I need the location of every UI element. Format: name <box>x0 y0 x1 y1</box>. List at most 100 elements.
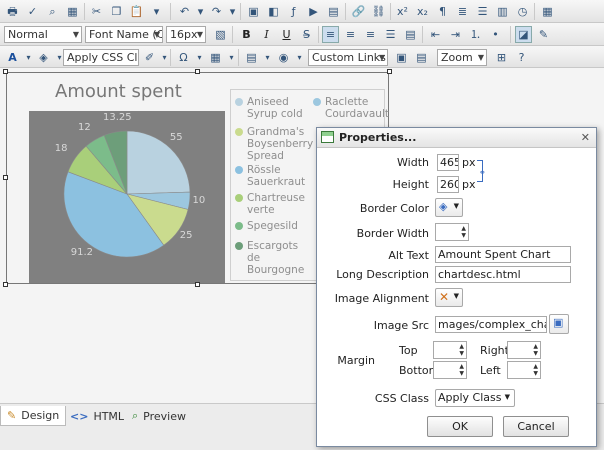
width-input[interactable]: 465 <box>437 154 459 171</box>
paste-icon[interactable]: 📋 <box>128 3 145 20</box>
insert-table-icon[interactable]: ▦ <box>207 49 224 66</box>
bullet-list-icon[interactable]: • <box>487 26 504 43</box>
indent-icon[interactable]: ⇥ <box>447 26 464 43</box>
paragraph-style-dropdown[interactable]: Normal ▼ <box>4 26 82 43</box>
superscript-icon[interactable]: x² <box>394 3 411 20</box>
template-manager-icon[interactable]: ▣ <box>393 49 410 66</box>
columns-icon[interactable]: ☰ <box>474 3 491 20</box>
subscript-icon[interactable]: x₂ <box>414 3 431 20</box>
border-width-stepper[interactable]: ▲ ▼ <box>435 223 469 241</box>
lock-ratio-icon[interactable]: ⚭ <box>479 168 486 177</box>
cut-icon[interactable]: ✂ <box>88 3 105 20</box>
chevron-down-icon[interactable]: ▾ <box>191 49 208 66</box>
flash-icon[interactable]: ƒ <box>285 3 302 20</box>
format-block-icon[interactable]: ≣ <box>454 3 471 20</box>
module-manager-icon[interactable]: ▤ <box>413 49 430 66</box>
cancel-button[interactable]: Cancel <box>503 416 569 437</box>
copy-icon[interactable]: ❐ <box>108 3 125 20</box>
outdent-icon[interactable]: ⇤ <box>427 26 444 43</box>
css-class-label: CSS Class <box>374 392 429 405</box>
document-icon[interactable]: ▤ <box>325 3 342 20</box>
select-all-icon[interactable]: ▦ <box>64 3 81 20</box>
css-class-dropdown[interactable]: Apply CSS Clas <box>63 49 139 66</box>
bold-button[interactable]: B <box>238 26 255 43</box>
font-color-icon[interactable]: A <box>4 49 21 66</box>
image-manager-button[interactable]: ▣ <box>549 314 569 334</box>
help-icon[interactable]: ? <box>513 49 530 66</box>
tab-preview[interactable]: ⌕ Preview <box>126 406 192 426</box>
margin-right-stepper[interactable]: ▲ ▼ <box>507 341 541 359</box>
chevron-down-icon[interactable]: ▼ <box>533 351 538 357</box>
chevron-down-icon: ▼ <box>196 30 203 39</box>
chevron-down-icon[interactable]: ▼ <box>461 233 466 239</box>
margin-top-stepper[interactable]: ▲ ▼ <box>433 341 467 359</box>
numbered-list-icon[interactable]: ⒈ <box>467 26 484 43</box>
date-icon[interactable]: ▦ <box>539 3 556 20</box>
chevron-down-icon[interactable]: ▼ <box>533 371 538 377</box>
zoom-dropdown[interactable]: Zoom ▼ <box>437 49 487 66</box>
find-icon[interactable]: ⌕ <box>44 3 61 20</box>
custom-links-dropdown[interactable]: Custom Links ▼ <box>308 49 388 66</box>
border-color-picker[interactable]: ◈ ▼ <box>435 198 463 217</box>
spellcheck-icon[interactable]: ✓ <box>24 3 41 20</box>
align-full-icon[interactable]: ▤ <box>402 26 419 43</box>
close-icon[interactable]: ✕ <box>581 131 590 144</box>
long-description-input[interactable]: chartdesc.html <box>435 266 571 283</box>
align-center-icon[interactable]: ≡ <box>342 26 359 43</box>
properties-dialog: Properties... ✕ Width 465 px ⚭ Height 26… <box>316 127 597 447</box>
legend-entry: Chartreuse verte <box>247 192 305 216</box>
resize-handle-tl[interactable] <box>3 69 8 74</box>
margin-left-stepper[interactable]: ▲ ▼ <box>507 361 541 379</box>
align-right-icon[interactable]: ≡ <box>362 26 379 43</box>
css-class-select[interactable]: Apply Class ▼ <box>435 389 515 407</box>
align-left-icon[interactable]: ≡ <box>322 26 339 43</box>
unlink-icon[interactable]: ⛓ <box>370 3 387 20</box>
resize-handle-tr[interactable] <box>387 69 392 74</box>
undo-dropdown-icon[interactable]: ▾ <box>192 3 209 20</box>
margin-bottom-stepper[interactable]: ▲ ▼ <box>433 361 467 379</box>
undo-icon[interactable]: ↶ <box>176 3 193 20</box>
redo-icon[interactable]: ↷ <box>208 3 225 20</box>
spell-check-icon[interactable]: ✎ <box>535 26 552 43</box>
font-size-dropdown[interactable]: 16px ▼ <box>166 26 206 43</box>
image-src-input[interactable]: mages/complex_chart.jpg <box>435 316 547 333</box>
insert-snippet-icon[interactable]: ◉ <box>275 49 292 66</box>
paragraph-icon[interactable]: ¶ <box>434 3 451 20</box>
image-icon[interactable]: ▣ <box>245 3 262 20</box>
highlight-color-icon[interactable]: ◈ <box>35 49 52 66</box>
font-name-dropdown[interactable]: Font Name (CT ▼ <box>85 26 163 43</box>
resize-handle-bl[interactable] <box>3 282 8 287</box>
paste-options-icon[interactable]: ▾ <box>148 3 165 20</box>
media-icon[interactable]: ◧ <box>265 3 282 20</box>
slice-value-label: 18 <box>54 143 68 155</box>
chevron-down-icon[interactable]: ▼ <box>459 351 464 357</box>
strikethrough-icon[interactable]: S̶ <box>298 26 315 43</box>
link-icon[interactable]: 🔗 <box>350 3 367 20</box>
resize-handle-l[interactable] <box>3 175 8 180</box>
alt-text-input[interactable]: Amount Spent Chart <box>435 246 571 263</box>
clock-icon[interactable]: ◷ <box>514 3 531 20</box>
dialog-titlebar[interactable]: Properties... ✕ <box>317 128 596 148</box>
underline-button[interactable]: U <box>278 26 295 43</box>
image-alignment-picker[interactable]: ✕ ▼ <box>435 288 463 307</box>
height-input[interactable]: 260 <box>437 176 459 193</box>
table-icon[interactable]: ▥ <box>494 3 511 20</box>
justify-icon[interactable]: ☰ <box>382 26 399 43</box>
chevron-down-icon[interactable]: ▼ <box>459 371 464 377</box>
print-icon[interactable]: 🖶 <box>4 3 21 20</box>
symbol-icon[interactable]: Ω <box>175 49 192 66</box>
chevron-down-icon[interactable]: ▾ <box>291 49 308 66</box>
resize-handle-t[interactable] <box>195 69 200 74</box>
chevron-down-icon[interactable]: ▾ <box>259 49 276 66</box>
italic-button[interactable]: I <box>258 26 275 43</box>
toggle-borders-icon[interactable]: ⊞ <box>493 49 510 66</box>
tab-html[interactable]: <> HTML <box>64 406 130 426</box>
ok-button[interactable]: OK <box>427 416 493 437</box>
tab-design[interactable]: ✎ Design <box>0 406 67 426</box>
resize-handle-b[interactable] <box>195 282 200 287</box>
format-painter-icon[interactable]: ▧ <box>212 26 229 43</box>
video-icon[interactable]: ▶ <box>305 3 322 20</box>
redo-dropdown-icon[interactable]: ▾ <box>224 3 241 20</box>
design-mode-icon[interactable]: ◪ <box>515 26 532 43</box>
paragraph-format-icon[interactable]: ▤ <box>243 49 260 66</box>
